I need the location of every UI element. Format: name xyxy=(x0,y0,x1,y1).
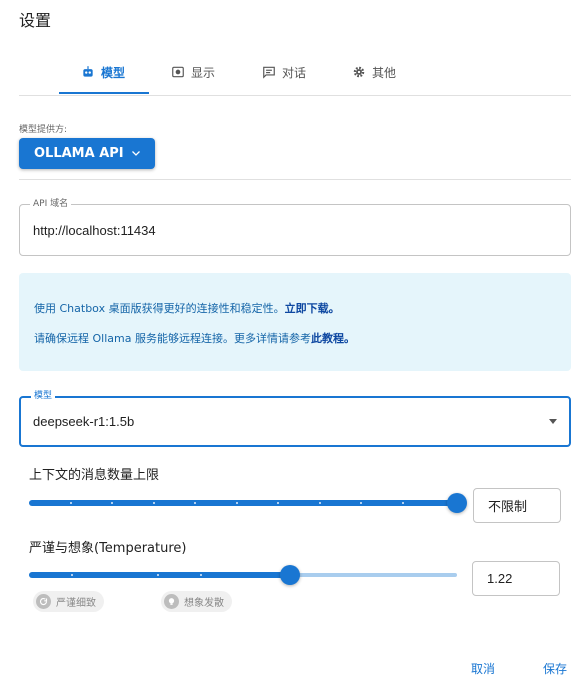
slider-track xyxy=(29,500,457,506)
info-line-desktop: 使用 Chatbox 桌面版获得更好的连接性和稳定性。立即下载。 xyxy=(34,302,340,315)
slider-mark xyxy=(70,502,72,504)
slider-mark xyxy=(200,574,202,576)
tutorial-link[interactable]: 此教程。 xyxy=(311,332,355,345)
slider-thumb[interactable] xyxy=(447,493,467,513)
slider-mark xyxy=(153,502,155,504)
slider-track xyxy=(29,572,291,578)
slider-mark xyxy=(360,502,362,504)
chip-strict: 严谨细致 xyxy=(33,591,104,612)
temperature-input[interactable]: 1.22 xyxy=(472,561,560,596)
gear-icon xyxy=(351,64,367,80)
slider-mark xyxy=(111,502,113,504)
robot-icon xyxy=(80,64,96,80)
slider-mark xyxy=(277,502,279,504)
chevron-down-icon xyxy=(130,147,142,163)
tab-indicator xyxy=(59,92,149,94)
dropdown-arrow-icon xyxy=(549,419,557,424)
slider-mark xyxy=(71,574,73,576)
tab-label: 显示 xyxy=(191,65,216,80)
context-limit-input[interactable]: 不限制 xyxy=(473,488,561,523)
temperature-slider[interactable] xyxy=(29,565,457,585)
info-alert: 使用 Chatbox 桌面版获得更好的连接性和稳定性。立即下载。 请确保远程 O… xyxy=(19,273,571,371)
api-host-label: API 域名 xyxy=(30,198,72,210)
model-value: deepseek-r1:1.5b xyxy=(33,414,135,429)
slider-mark xyxy=(157,574,159,576)
chip-creative: 想象发散 xyxy=(161,591,232,612)
model-select[interactable]: 模型 deepseek-r1:1.5b xyxy=(19,390,571,447)
chat-icon xyxy=(261,64,277,80)
context-limit-slider[interactable] xyxy=(29,493,467,513)
divider xyxy=(19,179,571,180)
download-link[interactable]: 立即下载。 xyxy=(285,302,340,315)
temperature-label: 严谨与想象(Temperature) xyxy=(29,541,187,556)
tab-chat[interactable]: 对话 xyxy=(261,62,306,82)
tab-label: 模型 xyxy=(101,65,126,80)
slider-mark xyxy=(402,502,404,504)
context-limit-label: 上下文的消息数量上限 xyxy=(29,468,160,483)
tab-other[interactable]: 其他 xyxy=(351,62,396,82)
provider-value: OLLAMA API xyxy=(34,146,124,161)
provider-select-button[interactable]: OLLAMA API xyxy=(19,138,155,169)
refresh-icon xyxy=(36,594,51,609)
tab-label: 对话 xyxy=(282,65,307,80)
slider-mark xyxy=(194,502,196,504)
api-host-field[interactable]: API 域名 http://localhost:11434 xyxy=(19,198,571,256)
tab-model[interactable]: 模型 xyxy=(80,62,125,82)
api-host-input[interactable]: http://localhost:11434 xyxy=(33,223,156,238)
lightbulb-icon xyxy=(164,594,179,609)
slider-mark xyxy=(319,502,321,504)
provider-label: 模型提供方: xyxy=(19,125,68,135)
slider-thumb[interactable] xyxy=(280,565,301,585)
tab-label: 其他 xyxy=(372,65,397,80)
save-button[interactable]: 保存 xyxy=(543,660,567,677)
tab-display[interactable]: 显示 xyxy=(170,62,215,82)
dialog-title: 设置 xyxy=(19,11,52,30)
info-line-remote: 请确保远程 Ollama 服务能够远程连接。更多详情请参考此教程。 xyxy=(34,332,355,345)
display-icon xyxy=(170,64,186,80)
divider xyxy=(19,95,571,96)
slider-mark xyxy=(236,502,238,504)
cancel-button[interactable]: 取消 xyxy=(471,660,495,677)
model-label: 模型 xyxy=(31,390,56,402)
